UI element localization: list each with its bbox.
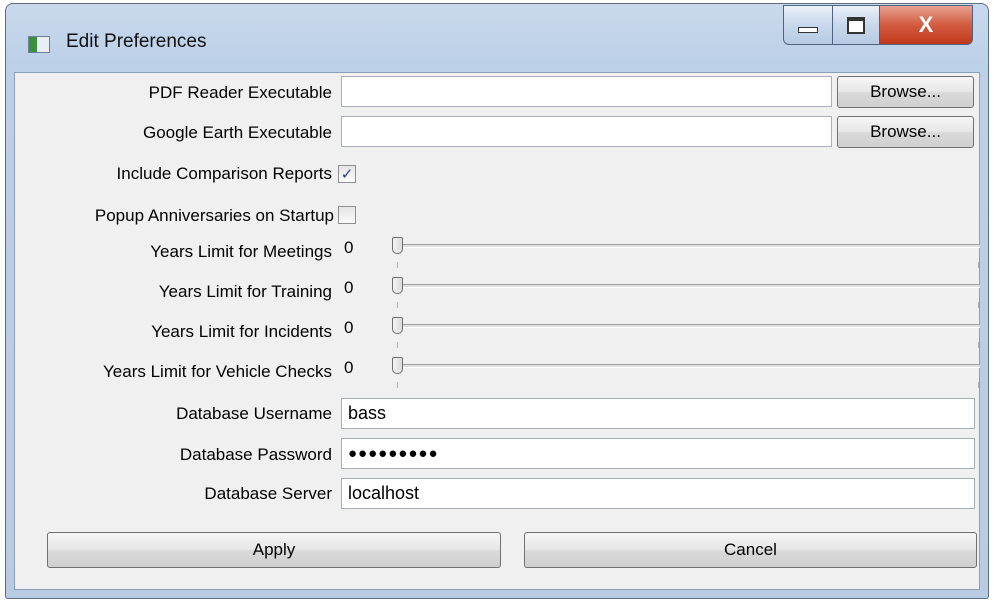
- slider-tick: [397, 342, 398, 348]
- incidents-slider-thumb[interactable]: [392, 317, 403, 334]
- edit-preferences-window: Edit Preferences X PDF Reader Executable…: [5, 3, 989, 599]
- db-username-label: Database Username: [176, 404, 332, 423]
- cancel-button[interactable]: Cancel: [524, 532, 977, 568]
- pdf-reader-browse-button[interactable]: Browse...: [837, 76, 974, 108]
- slider-tick: [397, 302, 398, 308]
- vehicle-checks-limit-value: 0: [344, 358, 354, 377]
- title-bar[interactable]: Edit Preferences X: [6, 4, 988, 72]
- training-slider-thumb[interactable]: [392, 277, 403, 294]
- checkmark-icon: ✓: [340, 165, 354, 183]
- slider-tick: [978, 342, 979, 348]
- training-limit-value: 0: [344, 278, 354, 297]
- meetings-limit-label: Years Limit for Meetings: [150, 242, 332, 261]
- meetings-limit-value: 0: [344, 238, 354, 257]
- minimize-button[interactable]: [783, 5, 833, 45]
- incidents-limit-label: Years Limit for Incidents: [151, 322, 332, 341]
- slider-tick: [978, 262, 979, 268]
- popup-anniversaries-checkbox[interactable]: [338, 206, 356, 224]
- maximize-icon: [847, 16, 865, 34]
- db-password-label: Database Password: [179, 445, 332, 464]
- google-earth-input[interactable]: [341, 116, 832, 147]
- vehicle-checks-slider-thumb[interactable]: [392, 357, 403, 374]
- db-username-input[interactable]: bass: [341, 398, 975, 429]
- meetings-slider-track[interactable]: [392, 244, 980, 248]
- db-server-input[interactable]: localhost: [341, 478, 975, 509]
- meetings-slider-thumb[interactable]: [392, 237, 403, 254]
- close-icon: X: [918, 12, 934, 37]
- app-icon: [28, 36, 50, 53]
- maximize-button[interactable]: [832, 5, 880, 45]
- slider-tick: [397, 262, 398, 268]
- training-slider-track[interactable]: [392, 284, 980, 288]
- incidents-limit-value: 0: [344, 318, 354, 337]
- slider-tick: [978, 382, 979, 388]
- minimize-icon: [798, 27, 818, 33]
- preferences-form: PDF Reader Executable Browse... Google E…: [14, 72, 980, 590]
- window-title: Edit Preferences: [66, 31, 207, 52]
- pdf-reader-label: PDF Reader Executable: [148, 83, 332, 102]
- pdf-reader-input[interactable]: [341, 76, 832, 107]
- comparison-reports-checkbox[interactable]: ✓: [338, 165, 356, 183]
- close-button[interactable]: X: [879, 5, 973, 45]
- google-earth-browse-button[interactable]: Browse...: [837, 116, 974, 148]
- apply-button[interactable]: Apply: [47, 532, 501, 568]
- db-server-label: Database Server: [204, 484, 332, 503]
- vehicle-checks-slider-track[interactable]: [392, 364, 980, 368]
- comparison-reports-label: Include Comparison Reports: [116, 164, 332, 183]
- vehicle-checks-limit-label: Years Limit for Vehicle Checks: [103, 362, 332, 381]
- google-earth-label: Google Earth Executable: [142, 123, 332, 142]
- incidents-slider-track[interactable]: [392, 324, 980, 328]
- db-password-input[interactable]: ●●●●●●●●●: [341, 438, 975, 469]
- training-limit-label: Years Limit for Training: [158, 282, 332, 301]
- slider-tick: [978, 302, 979, 308]
- popup-anniversaries-label: Popup Anniversaries on Startup: [94, 206, 334, 225]
- slider-tick: [397, 382, 398, 388]
